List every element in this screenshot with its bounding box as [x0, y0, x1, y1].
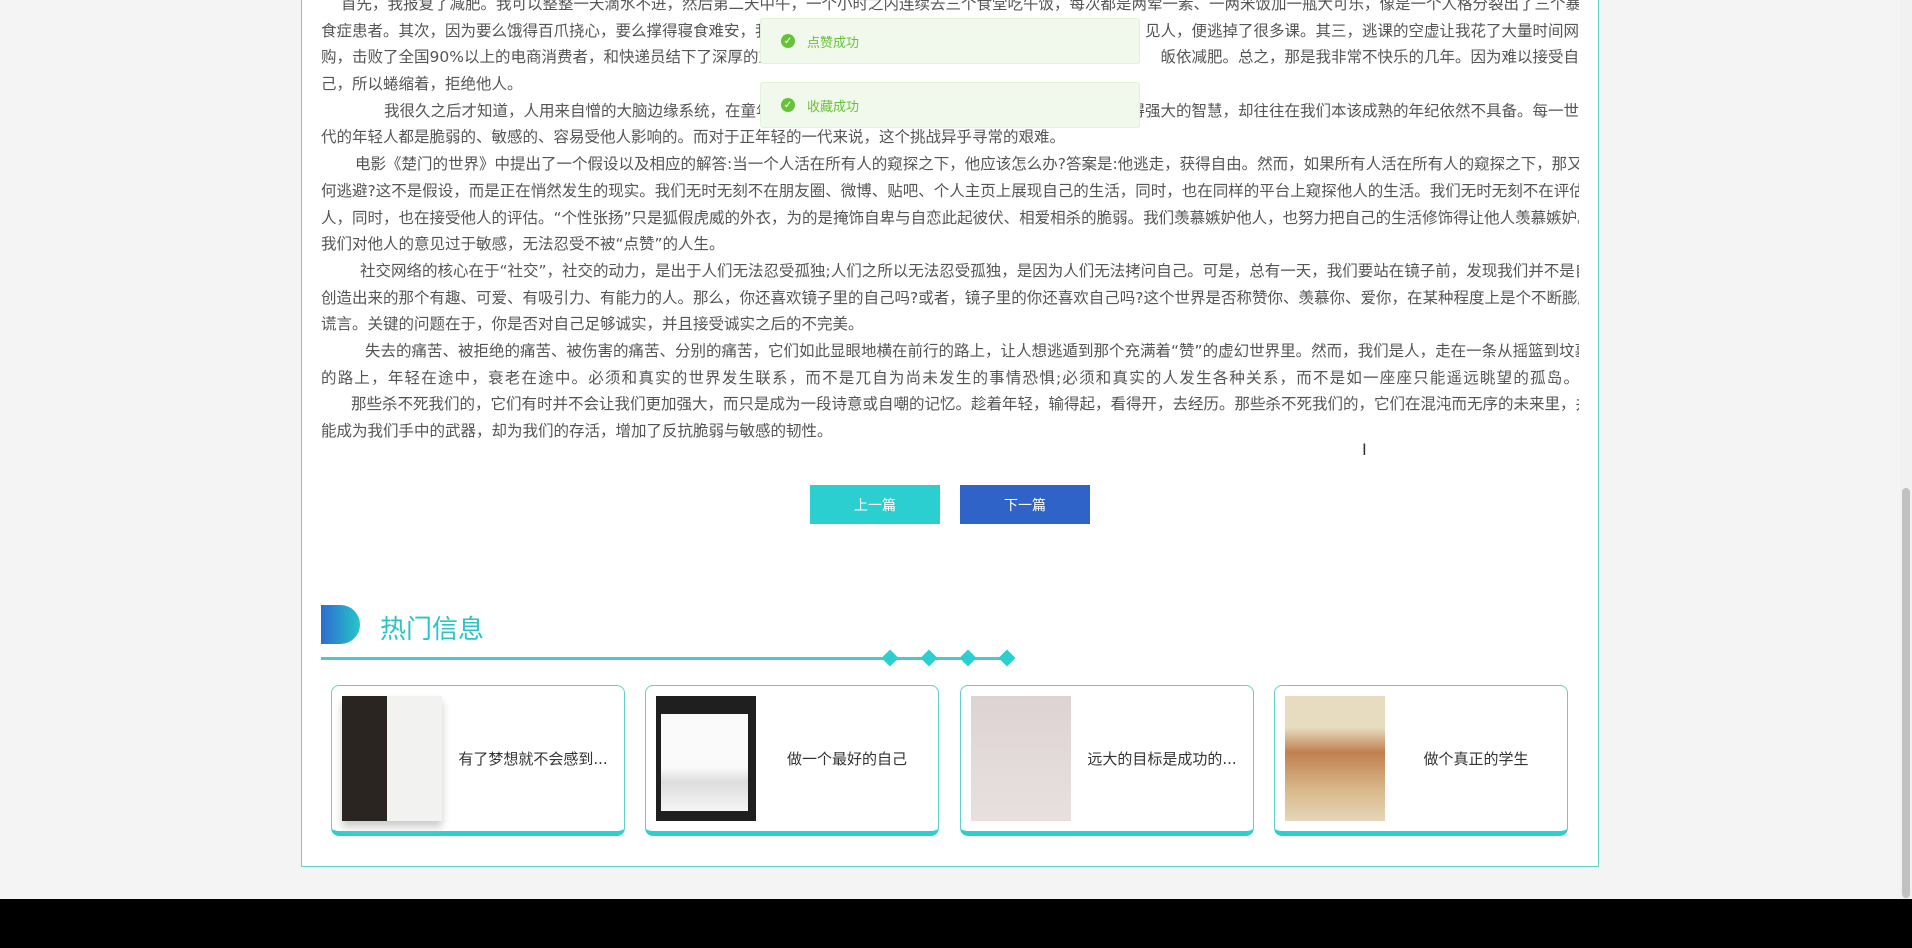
article-line: 何逃避?这不是假设，而是正在悄然发生的现实。我们无时无刻不在朋友圈、微博、贴吧、…	[321, 181, 1579, 200]
card-title: 做一个最好的自己	[786, 750, 907, 768]
book-cover-image	[342, 696, 442, 821]
line-right: 见人，便逃掉了很多课。其三，逃课的空虚让我花了大量时间网	[1144, 21, 1579, 40]
book-cover-image	[656, 696, 756, 821]
next-article-button[interactable]: 下一篇	[960, 485, 1090, 524]
prev-article-button[interactable]: 上一篇	[810, 485, 940, 524]
hot-card[interactable]: 远大的目标是成功的...	[960, 685, 1254, 836]
check-circle-icon: ✓	[781, 34, 795, 48]
article-line: 社交网络的核心在于“社交”，社交的动力，是出于人们无法忍受孤独;人们之所以无法忍…	[360, 261, 1579, 280]
card-title: 有了梦想就不会感到...	[458, 750, 608, 768]
line-left: 食症患者。其次，因为要么饿得百爪挠心，要么撑得寝食难安，我	[321, 21, 771, 40]
article-line: 谎言。关键的问题在于，你是否对自己足够诚实，并且接受诚实之后的不完美。	[321, 315, 864, 334]
article-line: 首先，我报复了减肥。我可以整整一天滴水不进，然后第二天中午，一个小时之内连续去三…	[341, 0, 1579, 13]
line-right: 得强大的智慧，却往往在我们本该成熟的年纪依然不具备。每一世	[1129, 101, 1579, 120]
text-cursor-icon: I	[1362, 440, 1367, 459]
line-left: 购，击败了全国90%以上的电商消费者，和快递员结下了深厚的友谊	[321, 48, 790, 67]
check-circle-icon: ✓	[781, 98, 795, 112]
section-divider	[321, 657, 1011, 660]
article-body: 首先，我报复了减肥。我可以整整一天滴水不进，然后第二天中午，一个小时之内连续去三…	[321, 0, 1579, 445]
hot-card[interactable]: 做一个最好的自己	[645, 685, 939, 836]
article-line: 电影《楚门的世界》中提出了一个假设以及相应的解答:当一个人活在所有人的窥探之下，…	[355, 155, 1579, 174]
article-line: 的路上，年轻在途中，衰老在途中。必须和真实的世界发生联系，而不是兀自为尚未发生的…	[321, 368, 1579, 387]
book-cover-image	[1285, 696, 1385, 821]
article-line: 我们对他人的意见过于敏感，无法忍受不被“点赞”的人生。	[321, 235, 725, 254]
like-success-toast: ✓ 点赞成功	[760, 18, 1140, 64]
line-right: 皈依减肥。总之，那是我非常不快乐的几年。因为难以接受自	[1160, 48, 1579, 67]
scrollbar-thumb[interactable]	[1902, 488, 1910, 898]
favorite-success-toast: ✓ 收藏成功	[760, 82, 1140, 128]
section-title: 热门信息	[380, 615, 485, 645]
article-line: 代的年轻人都是脆弱的、敏感的、容易受他人影响的。而对于正年轻的一代来说，这个挑战…	[321, 128, 1066, 147]
hot-card[interactable]: 有了梦想就不会感到...	[331, 685, 625, 836]
bottom-black-bar	[0, 899, 1912, 948]
article-line: 能成为我们手中的武器，却为我们的存活，增加了反抗脆弱与敏感的韧性。	[321, 422, 833, 440]
article-line: 失去的痛苦、被拒绝的痛苦、被伤害的痛苦、分别的痛苦，它们如此显眼地横在前行的路上…	[365, 341, 1579, 360]
article-line: 创造出来的那个有趣、可爱、有吸引力、有能力的人。那么，你还喜欢镜子里的自己吗?或…	[321, 288, 1579, 307]
article-line: 人，同时，也在接受他人的评估。“个性张扬”只是狐假虎威的外衣，为的是掩饰自卑与自…	[321, 208, 1579, 227]
section-icon	[321, 605, 360, 644]
article-line: 那些杀不死我们的，它们有时并不会让我们更加强大，而只是成为一段诗意或自嘲的记忆。…	[351, 395, 1579, 414]
toast-text: 点赞成功	[807, 35, 860, 51]
hot-card[interactable]: 做个真正的学生	[1274, 685, 1568, 836]
card-title: 做个真正的学生	[1423, 750, 1529, 768]
card-title: 远大的目标是成功的...	[1087, 750, 1237, 768]
toast-text: 收藏成功	[807, 99, 860, 115]
line-left: 我很久之后才知道，人用来自憎的大脑边缘系统，在童年时	[384, 101, 788, 120]
book-cover-image	[971, 696, 1071, 821]
